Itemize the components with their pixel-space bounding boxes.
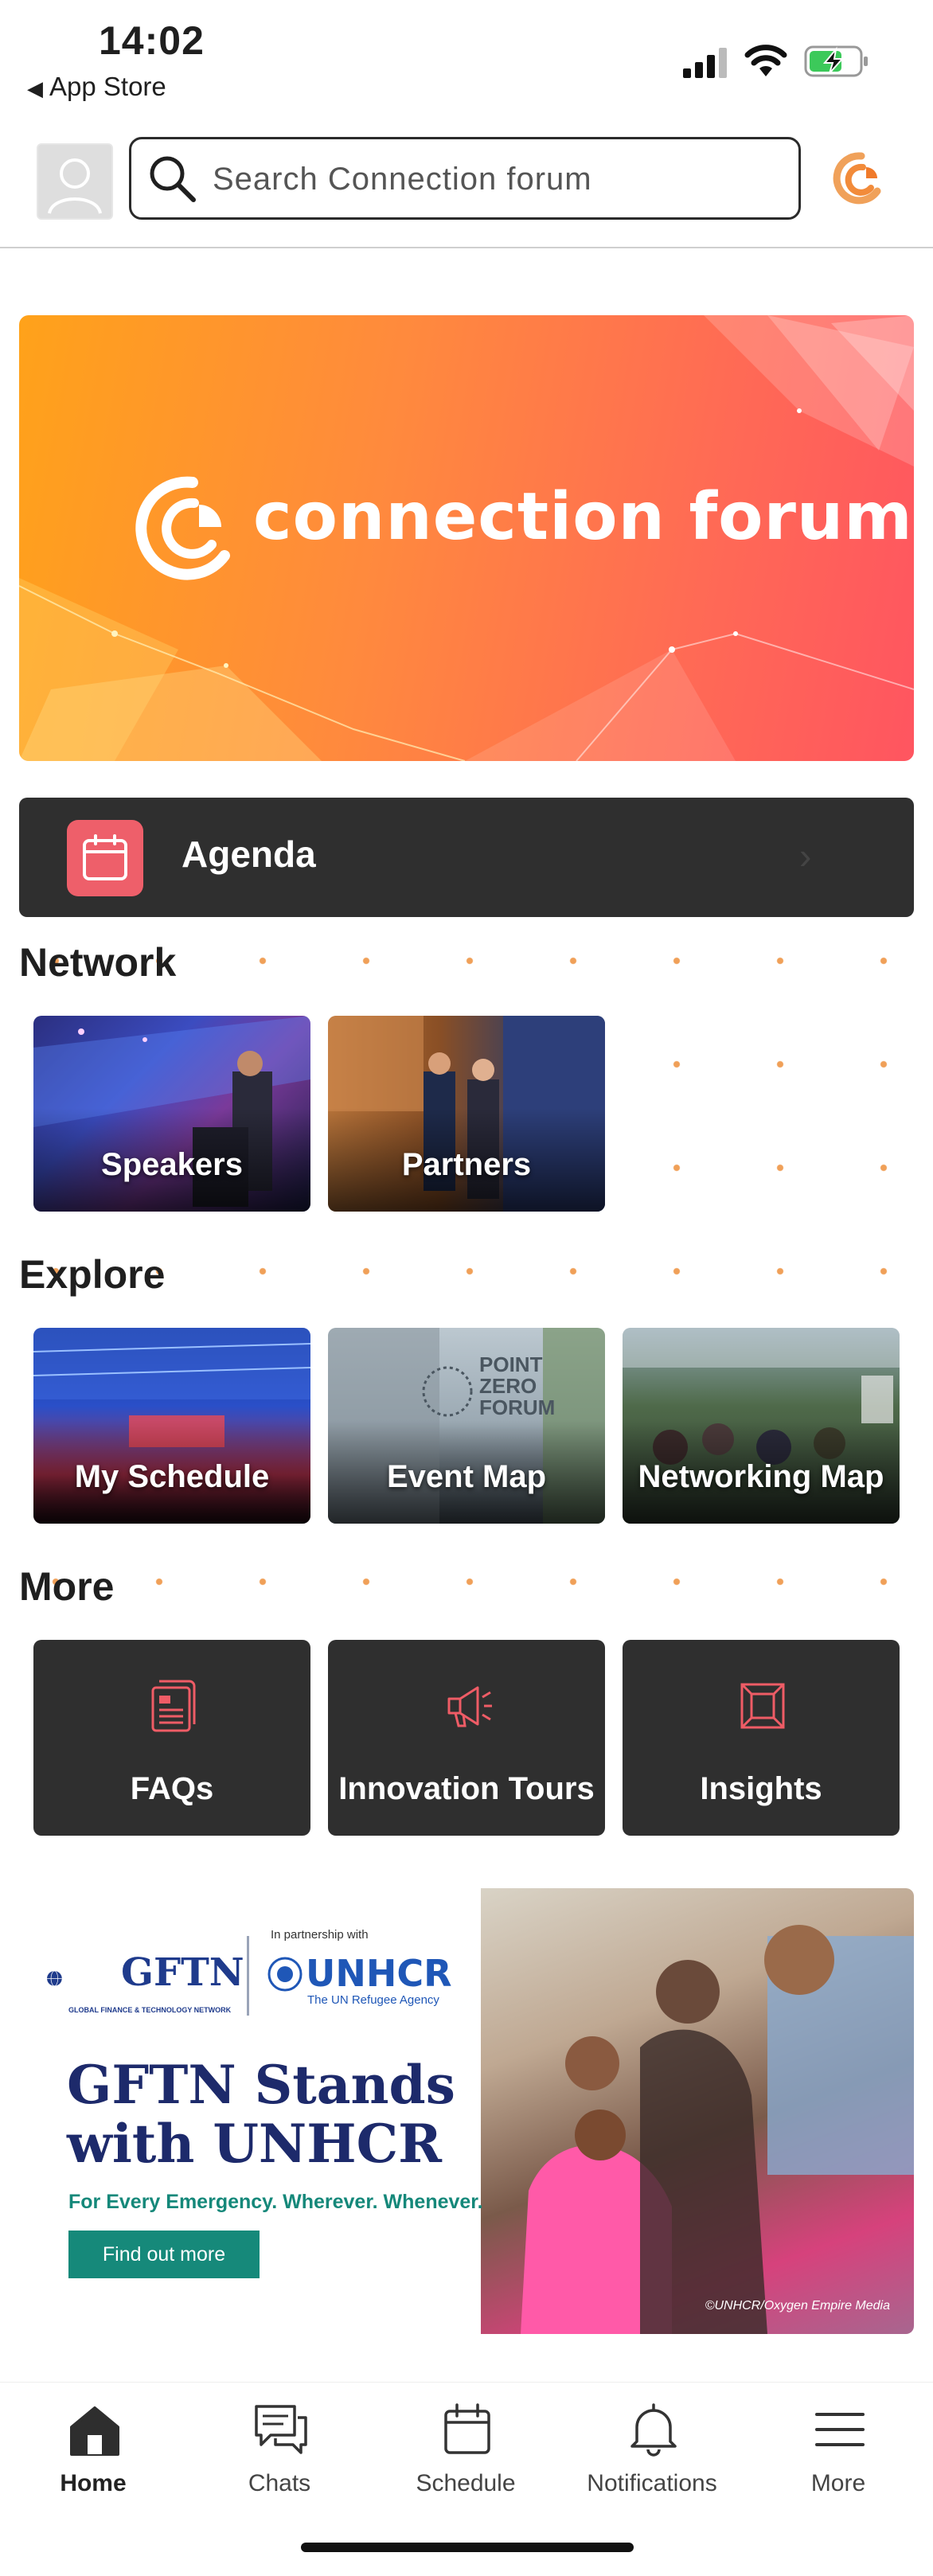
unhcr-subtitle: The UN Refugee Agency [307, 1993, 439, 2007]
partnership-text: In partnership with [271, 1928, 369, 1942]
tab-label: More [810, 2470, 866, 2496]
gftn-unhcr-banner[interactable]: GFTN GLOBAL FINANCE & TECHNOLOGY NETWORK… [19, 1888, 914, 2334]
tab-schedule[interactable]: Schedule [373, 2383, 559, 2510]
tile-insights[interactable]: Insights [623, 1640, 900, 1836]
bottom-tab-bar: Home Chats Schedule Notifications More [0, 2382, 933, 2576]
back-label: App Store [49, 72, 166, 101]
tile-label: Event Map [386, 1459, 547, 1494]
tab-label: Chats [248, 2470, 311, 2496]
top-bar [0, 127, 933, 248]
frame-icon [740, 1683, 785, 1729]
banner-photo-people [521, 1925, 914, 2334]
home-content: connection forum Agenda › Network Speake… [0, 248, 933, 2382]
svg-text:ZERO: ZERO [479, 1374, 537, 1398]
agenda-icon-box [67, 820, 143, 896]
find-out-more-button[interactable]: Find out more [68, 2231, 260, 2278]
back-to-app-store[interactable]: ◀ App Store [27, 72, 166, 102]
agenda-button[interactable]: Agenda › [19, 798, 914, 917]
svg-text:POINT: POINT [479, 1352, 543, 1376]
unhcr-wordmark: UNHCR [306, 1952, 452, 1995]
unhcr-logo-icon [267, 1957, 303, 1992]
user-icon [38, 145, 111, 218]
chevron-right-icon: › [799, 835, 812, 876]
connection-forum-logo-icon [135, 476, 230, 580]
chat-icon [255, 2405, 307, 2454]
gftn-logo [47, 1970, 62, 1987]
hero-title: connection forum [253, 479, 913, 555]
banner-divider [247, 1936, 249, 2016]
section-title-more: More [19, 1564, 115, 1609]
banner-tagline: For Every Emergency. Wherever. Whenever. [68, 2191, 483, 2213]
calendar-icon [444, 2403, 490, 2454]
tile-label: Insights [700, 1771, 822, 1806]
section-title-explore: Explore [19, 1252, 166, 1297]
tile-partners[interactable]: Partners [328, 1016, 605, 1212]
document-icon [151, 1680, 196, 1732]
tile-networking-map[interactable]: Networking Map [623, 1328, 900, 1524]
tile-event-map[interactable]: POINT ZERO FORUM Event Map [328, 1328, 605, 1524]
search-bar[interactable] [129, 137, 801, 220]
status-bar: 14:02 ◀ App Store [0, 0, 933, 119]
tab-more[interactable]: More [745, 2383, 931, 2510]
bell-icon [630, 2403, 677, 2457]
back-triangle-icon: ◀ [27, 76, 43, 100]
tab-home[interactable]: Home [0, 2383, 186, 2510]
tile-my-schedule[interactable]: My Schedule [33, 1328, 310, 1524]
banner-photo [481, 1888, 914, 2334]
tile-innovation-tours[interactable]: Innovation Tours [328, 1640, 605, 1836]
agenda-label: Agenda [182, 833, 316, 875]
tab-label: Schedule [416, 2470, 516, 2496]
wifi-icon [744, 45, 787, 76]
status-time: 14:02 [99, 18, 205, 63]
svg-text:FORUM: FORUM [479, 1395, 555, 1419]
home-indicator[interactable] [301, 2543, 634, 2552]
photo-credit: ©UNHCR/Oxygen Empire Media [705, 2299, 890, 2313]
tile-faqs[interactable]: FAQs [33, 1640, 310, 1836]
tab-notifications[interactable]: Notifications [559, 2383, 745, 2510]
banner-title: GFTN Stands with UNHCR [67, 2054, 455, 2175]
tab-chats[interactable]: Chats [186, 2383, 373, 2510]
tile-label: Innovation Tours [338, 1771, 595, 1806]
hero-banner[interactable]: connection forum [19, 315, 914, 761]
tile-speakers[interactable]: Speakers [33, 1016, 310, 1212]
search-input[interactable] [211, 152, 771, 206]
megaphone-icon [447, 1686, 492, 1727]
menu-icon [815, 2413, 865, 2446]
tile-label: Speakers [101, 1147, 243, 1182]
gftn-wordmark: GFTN [121, 1950, 244, 1995]
signal-icon [683, 48, 727, 78]
home-icon [70, 2406, 119, 2456]
avatar[interactable] [37, 143, 113, 220]
connection-forum-logo-icon[interactable] [831, 146, 887, 210]
gftn-subtitle: GLOBAL FINANCE & TECHNOLOGY NETWORK [68, 2006, 232, 2014]
tile-label: Partners [401, 1147, 532, 1182]
tile-label: Networking Map [638, 1459, 884, 1494]
search-icon [150, 156, 196, 202]
tab-label: Home [60, 2470, 127, 2496]
calendar-icon [83, 834, 127, 880]
section-title-network: Network [19, 940, 177, 985]
battery-icon [804, 45, 868, 77]
tab-label: Notifications [587, 2470, 717, 2496]
tile-label: My Schedule [74, 1459, 270, 1494]
tile-label: FAQs [130, 1771, 214, 1806]
